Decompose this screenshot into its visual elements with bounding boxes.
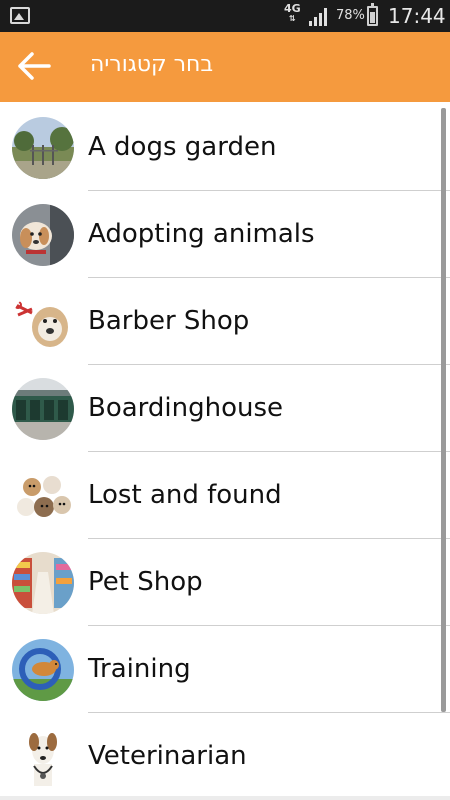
category-label: Barber Shop: [88, 306, 250, 336]
category-label: A dogs garden: [88, 132, 277, 162]
category-item-training[interactable]: Training: [0, 626, 450, 713]
dog-park-photo: [12, 117, 74, 179]
clock: 17:44: [388, 4, 446, 28]
category-item-adopting-animals[interactable]: Adopting animals: [0, 191, 450, 278]
category-list: A dogs garden Adopting animals Barber Sh…: [0, 104, 450, 800]
network-type-indicator: 4G ⇅: [284, 2, 301, 23]
category-item-barber-shop[interactable]: Barber Shop: [0, 278, 450, 365]
app-bar: בחר קטגוריה: [0, 32, 450, 102]
page-title: בחר קטגוריה: [90, 52, 214, 77]
category-label: Lost and found: [88, 480, 282, 510]
status-bar: 4G ⇅ 78% 17:44: [0, 0, 450, 32]
gallery-icon: [10, 7, 30, 24]
battery-icon: [367, 3, 378, 26]
bottom-edge: [0, 796, 450, 800]
scrollbar[interactable]: [441, 108, 446, 712]
signal-icon: [309, 8, 327, 26]
category-label: Adopting animals: [88, 219, 315, 249]
group-of-dogs-photo: [12, 465, 74, 527]
category-label: Boardinghouse: [88, 393, 284, 423]
pet-store-aisle-photo: [12, 552, 74, 614]
kennels-photo: [12, 378, 74, 440]
agility-training-photo: [12, 639, 74, 701]
puppy-photo: [12, 204, 74, 266]
category-label: Training: [88, 654, 191, 684]
dog-with-stethoscope-photo: [12, 726, 74, 788]
category-item-lost-and-found[interactable]: Lost and found: [0, 452, 450, 539]
category-item-dogs-garden[interactable]: A dogs garden: [0, 104, 450, 191]
category-label: Pet Shop: [88, 567, 203, 597]
category-item-pet-shop[interactable]: Pet Shop: [0, 539, 450, 626]
battery-percent: 78%: [336, 8, 365, 23]
category-item-veterinarian[interactable]: Veterinarian: [0, 713, 450, 800]
arrow-left-icon[interactable]: [16, 50, 52, 82]
category-label: Veterinarian: [88, 741, 247, 771]
bulldog-grooming-photo: [12, 291, 74, 353]
category-item-boardinghouse[interactable]: Boardinghouse: [0, 365, 450, 452]
